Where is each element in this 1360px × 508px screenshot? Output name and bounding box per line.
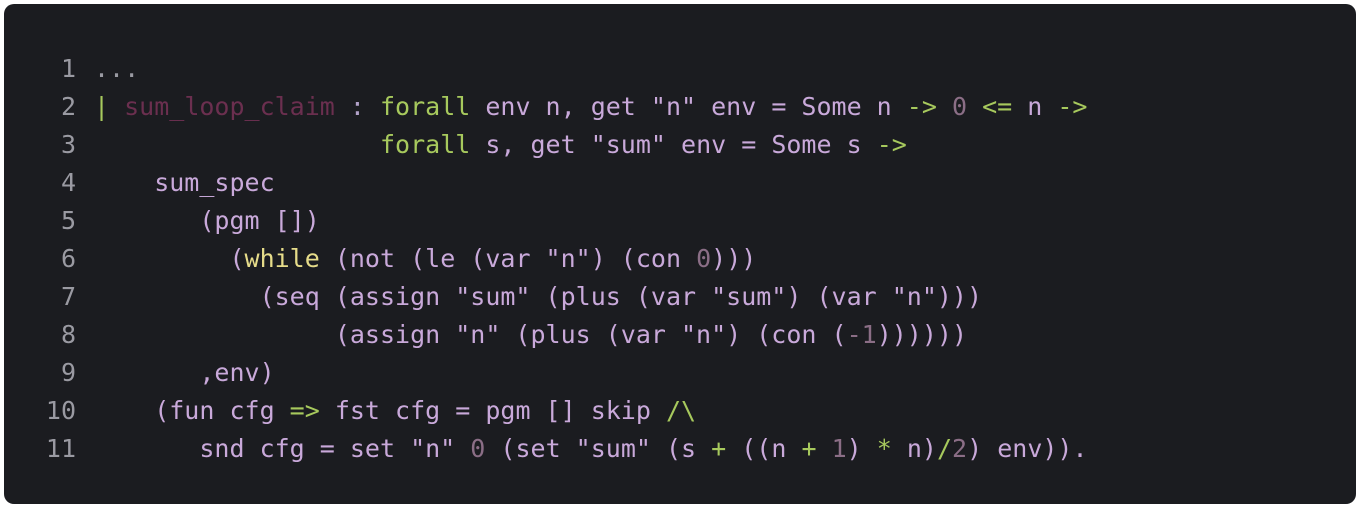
code-token: /\	[665, 396, 697, 425]
code-token: (fun cfg	[94, 396, 290, 425]
code-token: ,env)	[94, 358, 275, 387]
line-number: 3	[60, 130, 76, 159]
code-line: 3 forall s, get "sum" env = Some s ->	[4, 126, 1088, 164]
code-token: *	[876, 434, 892, 463]
code-token: (seq (assign "sum" (plus (var "sum") (va…	[94, 282, 983, 311]
code-token: 0	[470, 434, 486, 463]
code-token: <=	[982, 92, 1013, 121]
code-token: ->	[876, 130, 907, 159]
code-token: /	[936, 434, 953, 463]
code-token: s, get "sum" env = Some s	[470, 130, 877, 159]
code-token: (	[94, 244, 245, 273]
code-token: 2	[952, 434, 968, 463]
code-token: forall	[379, 130, 471, 159]
code-listing: 1... 2 | sum_loop_claim : forall env n, ge…	[4, 50, 1088, 468]
code-line: 7 (seq (assign "sum" (plus (var "sum") (…	[4, 278, 1088, 316]
code-token: 1	[831, 434, 847, 463]
code-token: :	[334, 92, 380, 121]
code-token: n)	[891, 434, 937, 463]
code-line: 4 sum_spec	[4, 164, 1088, 202]
code-token: )))	[711, 244, 757, 273]
code-line: 9 ,env)	[4, 354, 1088, 392]
code-token: 0	[951, 92, 968, 121]
line-number: 10	[45, 396, 76, 425]
line-number: 6	[60, 244, 76, 273]
line-number: 11	[45, 434, 76, 463]
code-token: ((n	[726, 434, 802, 463]
code-line: 2 | sum_loop_claim : forall env n, get "n…	[4, 88, 1088, 126]
code-line: 5 (pgm [])	[4, 202, 1088, 240]
code-line: 1...	[4, 50, 1088, 88]
code-line: 6 (while (not (le (var "n") (con 0)))	[4, 240, 1088, 278]
line-number: 4	[60, 168, 76, 197]
code-token: ->	[906, 92, 937, 121]
code-token: -1	[846, 320, 877, 349]
code-token: +	[801, 434, 817, 463]
code-line: 10 (fun cfg => fst cfg = pgm [] skip /\	[4, 392, 1088, 430]
line-number: 8	[60, 320, 76, 349]
code-token: env n, get "n" env = Some n	[470, 92, 907, 121]
code-token: snd cfg = set "n"	[94, 434, 471, 463]
code-token: sum_loop_claim	[124, 92, 335, 121]
code-token: while	[244, 244, 320, 273]
code-line: 11 snd cfg = set "n" 0 (set "sum" (s + (…	[4, 430, 1088, 468]
code-token: =>	[289, 396, 320, 425]
code-token: ) env)).	[967, 434, 1088, 463]
code-token: ...	[94, 54, 140, 83]
code-token: )	[846, 434, 877, 463]
code-token: fst cfg = pgm [] skip	[319, 396, 666, 425]
code-token: (pgm [])	[94, 206, 320, 235]
code-token: (set "sum" (s	[485, 434, 712, 463]
code-token: |	[94, 92, 125, 121]
line-number: 5	[60, 206, 76, 235]
line-number: 9	[60, 358, 76, 387]
code-line: 8 (assign "n" (plus (var "n") (con (-1))…	[4, 316, 1088, 354]
code-token: ))))))	[876, 320, 967, 349]
code-token: 0	[696, 244, 712, 273]
code-token: (not (le (var "n") (con	[319, 244, 697, 273]
code-token: sum_spec	[94, 168, 275, 197]
line-number: 7	[60, 282, 76, 311]
code-token: +	[711, 434, 727, 463]
code-token: forall	[379, 92, 471, 121]
code-block: 1... 2 | sum_loop_claim : forall env n, ge…	[4, 4, 1356, 504]
code-token: ->	[1057, 92, 1088, 121]
line-number: 2	[60, 92, 76, 121]
line-number: 1	[60, 54, 76, 83]
code-token: n	[1012, 92, 1058, 121]
code-token: (assign "n" (plus (var "n") (con (	[94, 320, 847, 349]
